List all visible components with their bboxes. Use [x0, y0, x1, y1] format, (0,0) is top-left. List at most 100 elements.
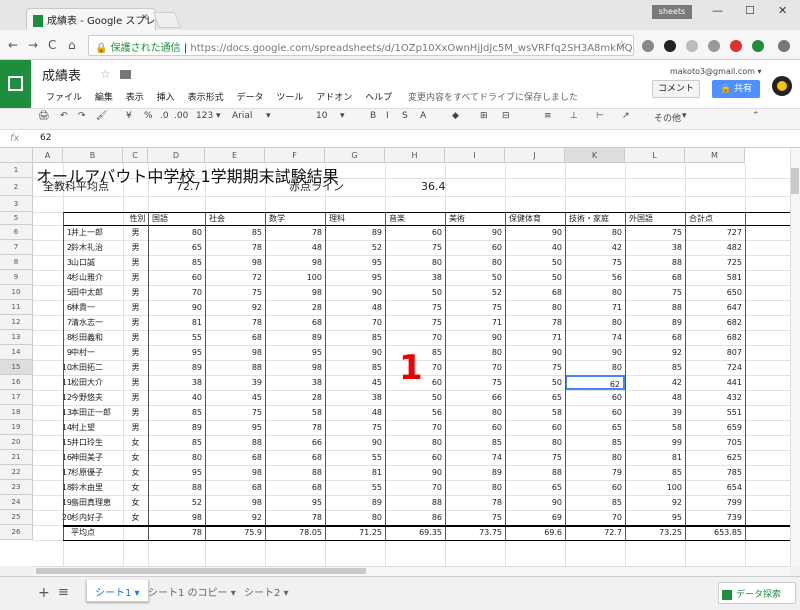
toolbar-item[interactable]: 🖨: [38, 111, 49, 121]
score-cell[interactable]: 85: [148, 435, 205, 450]
column-title[interactable]: 保健体育: [505, 212, 565, 225]
toolbar-item[interactable]: ◆: [452, 111, 459, 121]
score-cell[interactable]: 45: [205, 390, 265, 405]
score-cell[interactable]: 68: [205, 480, 265, 495]
score-cell[interactable]: 90: [505, 345, 565, 360]
all-sheets-button[interactable]: ≡: [58, 585, 69, 600]
browser-tab[interactable]: 成績表 - Google スプレッドシー ×: [26, 8, 156, 30]
score-cell[interactable]: 98: [265, 285, 325, 300]
score-cell[interactable]: 70: [148, 285, 205, 300]
score-cell[interactable]: 727: [685, 225, 745, 240]
close-tab-icon[interactable]: ×: [141, 12, 149, 23]
menu-edit[interactable]: 編集: [95, 93, 113, 103]
sheet-tab-1-copy[interactable]: シート1 のコピー ▾: [140, 580, 244, 602]
score-cell[interactable]: 90: [325, 435, 385, 450]
score-cell[interactable]: 432: [685, 390, 745, 405]
score-cell[interactable]: 68: [205, 450, 265, 465]
score-cell[interactable]: 78: [505, 315, 565, 330]
student-name[interactable]: 杉田義和: [63, 330, 123, 345]
column-header-l[interactable]: L: [625, 148, 685, 163]
menu-view[interactable]: 表示: [126, 93, 144, 103]
score-cell[interactable]: 79: [565, 465, 625, 480]
score-cell[interactable]: 75: [505, 450, 565, 465]
row-header[interactable]: 12: [0, 315, 33, 330]
toolbar-item[interactable]: ↗: [622, 111, 630, 121]
score-cell[interactable]: 95: [148, 465, 205, 480]
score-cell[interactable]: 66: [265, 435, 325, 450]
score-cell[interactable]: 69: [505, 510, 565, 525]
score-cell[interactable]: 89: [325, 225, 385, 240]
score-cell[interactable]: 95: [148, 345, 205, 360]
column-title[interactable]: 性別: [123, 212, 148, 225]
score-cell[interactable]: 88: [505, 465, 565, 480]
score-cell[interactable]: 80: [385, 435, 445, 450]
average-cell[interactable]: 69.6: [505, 525, 565, 540]
score-cell[interactable]: 52: [325, 240, 385, 255]
score-cell[interactable]: 95: [265, 495, 325, 510]
score-cell[interactable]: 71: [505, 330, 565, 345]
score-cell[interactable]: 65: [148, 240, 205, 255]
score-cell[interactable]: 38: [385, 270, 445, 285]
score-cell[interactable]: 625: [685, 450, 745, 465]
score-cell[interactable]: 89: [445, 465, 505, 480]
row-header[interactable]: 9: [0, 270, 33, 285]
score-cell[interactable]: 80: [565, 225, 625, 240]
toolbar-item[interactable]: B: [370, 111, 376, 121]
score-cell[interactable]: 75: [205, 285, 265, 300]
score-cell[interactable]: 80: [505, 435, 565, 450]
avatar[interactable]: [772, 76, 792, 96]
score-cell[interactable]: 85: [325, 360, 385, 375]
average-cell[interactable]: 73.75: [445, 525, 505, 540]
home-icon[interactable]: ⌂: [68, 38, 76, 52]
sheet-title-cell[interactable]: オールアバウト中学校 1学期期末試験結果: [36, 163, 339, 187]
score-cell[interactable]: 807: [685, 345, 745, 360]
average-cell[interactable]: 72.7: [565, 525, 625, 540]
score-cell[interactable]: 90: [148, 300, 205, 315]
menu-file[interactable]: ファイル: [46, 93, 82, 103]
column-title[interactable]: 外国語: [625, 212, 685, 225]
score-cell[interactable]: 58: [625, 420, 685, 435]
explore-button[interactable]: データ探索: [718, 582, 796, 604]
student-name[interactable]: 鈴木礼治: [63, 240, 123, 255]
score-cell[interactable]: 441: [685, 375, 745, 390]
toolbar-item[interactable]: ¥: [126, 111, 132, 121]
score-cell[interactable]: 50: [505, 270, 565, 285]
score-cell[interactable]: 80: [565, 360, 625, 375]
score-cell[interactable]: 98: [265, 360, 325, 375]
student-name[interactable]: 今野悠夫: [63, 390, 123, 405]
score-cell[interactable]: 100: [265, 270, 325, 285]
score-cell[interactable]: 50: [505, 375, 565, 390]
score-cell[interactable]: 45: [325, 375, 385, 390]
row-header[interactable]: 8: [0, 255, 33, 270]
score-cell[interactable]: 95: [325, 255, 385, 270]
score-cell[interactable]: 92: [625, 345, 685, 360]
score-cell[interactable]: 74: [445, 450, 505, 465]
score-cell[interactable]: 98: [205, 465, 265, 480]
score-cell[interactable]: 88: [625, 255, 685, 270]
score-cell[interactable]: 55: [325, 480, 385, 495]
student-gender[interactable]: 男: [123, 225, 148, 240]
score-cell[interactable]: 799: [685, 495, 745, 510]
row-header[interactable]: 23: [0, 480, 33, 495]
score-cell[interactable]: 50: [505, 255, 565, 270]
row-header[interactable]: 13: [0, 330, 33, 345]
score-cell[interactable]: 39: [205, 375, 265, 390]
back-icon[interactable]: ←: [8, 38, 18, 52]
student-name[interactable]: 村上望: [63, 420, 123, 435]
score-cell[interactable]: 38: [325, 390, 385, 405]
score-cell[interactable]: 89: [148, 420, 205, 435]
score-cell[interactable]: 60: [565, 480, 625, 495]
column-header-d[interactable]: D: [148, 148, 205, 163]
score-cell[interactable]: 75: [445, 375, 505, 390]
score-cell[interactable]: 70: [385, 480, 445, 495]
row-header[interactable]: 7: [0, 240, 33, 255]
column-title[interactable]: 数学: [265, 212, 325, 225]
account-email[interactable]: makoto3@gmail.com ▾: [670, 67, 761, 76]
score-cell[interactable]: 75: [445, 510, 505, 525]
score-cell[interactable]: 739: [685, 510, 745, 525]
column-header-f[interactable]: F: [265, 148, 325, 163]
sheet-tab-2[interactable]: シート2 ▾: [236, 580, 297, 602]
column-header-i[interactable]: I: [445, 148, 505, 163]
column-title[interactable]: 技術・家庭: [565, 212, 625, 225]
score-cell[interactable]: 56: [385, 405, 445, 420]
